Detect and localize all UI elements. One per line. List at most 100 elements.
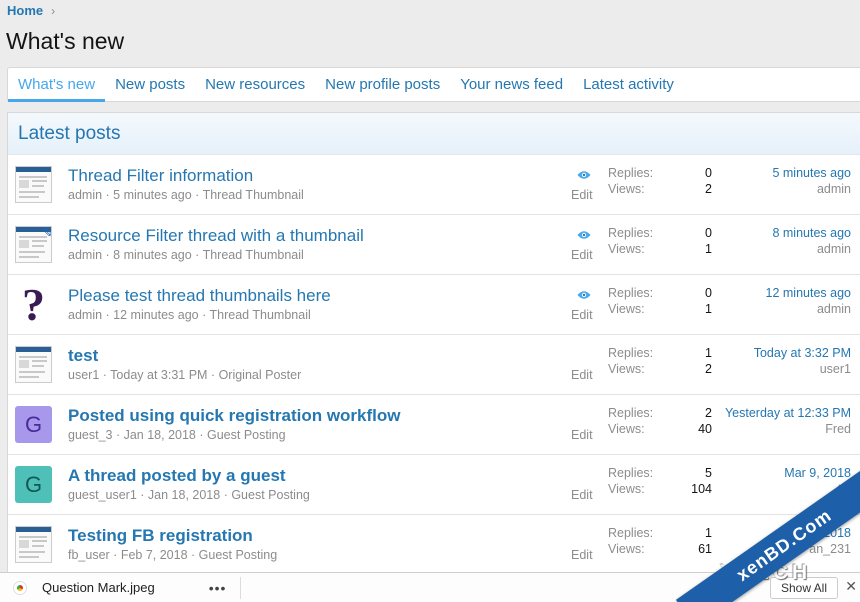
tab-whats-new[interactable]: What's new — [8, 68, 106, 102]
views-count: 2 — [705, 182, 712, 196]
last-post-date-link[interactable]: Today at 3:32 PM — [754, 345, 851, 361]
thread-stats: Replies: 0 Views: 2 — [608, 165, 712, 197]
avatar[interactable]: G — [15, 466, 52, 503]
views-count: 1 — [705, 242, 712, 256]
edit-link[interactable]: Edit — [571, 548, 593, 562]
views-label: Views: — [608, 362, 645, 376]
views-count: 40 — [698, 422, 712, 436]
thread-author[interactable]: admin — [68, 248, 102, 262]
replies-count: 2 — [705, 406, 712, 420]
replies-count: 1 — [705, 526, 712, 540]
thread-thumbnail[interactable] — [15, 526, 52, 563]
divider — [240, 577, 241, 599]
thread-stats: Replies: 2 Views: 40 — [608, 405, 712, 437]
replies-label: Replies: — [608, 226, 654, 240]
thread-author[interactable]: guest_user1 — [68, 488, 137, 502]
views-label: Views: — [608, 302, 645, 316]
last-post-user-link[interactable]: admin — [772, 241, 851, 257]
tab-your-news-feed[interactable]: Your news feed — [450, 68, 573, 102]
replies-label: Replies: — [608, 466, 654, 480]
replies-label: Replies: — [608, 526, 654, 540]
edit-link[interactable]: Edit — [571, 428, 593, 442]
thread-title-link[interactable]: Resource Filter thread with a thumbnail — [68, 226, 364, 246]
thread-stats: Replies: 5 Views: 104 — [608, 465, 712, 497]
last-post-date-link[interactable]: Yesterday at 12:33 PM — [725, 405, 851, 421]
replies-label: Replies: — [608, 286, 654, 300]
thread-meta: admin · 8 minutes ago · Thread Thumbnail — [68, 248, 304, 262]
views-label: Views: — [608, 482, 645, 496]
question-mark-thumbnail[interactable]: ? — [15, 279, 52, 330]
views-count: 61 — [698, 542, 712, 556]
close-icon[interactable]: ✕ — [845, 578, 857, 595]
last-post-user-link[interactable]: user1 — [754, 361, 851, 377]
thread-title-link[interactable]: Please test thread thumbnails here — [68, 286, 331, 306]
page-title: What's new — [6, 28, 125, 54]
thread-prefix[interactable]: Guest Posting — [199, 548, 278, 562]
thread-prefix[interactable]: Thread Thumbnail — [203, 188, 304, 202]
tab-latest-activity[interactable]: Latest activity — [573, 68, 684, 102]
last-post-date-link[interactable]: 12 minutes ago — [766, 285, 851, 301]
pencil-icon: ✎ — [42, 227, 51, 242]
thread-start-date[interactable]: Today at 3:31 PM — [110, 368, 207, 382]
views-count: 1 — [705, 302, 712, 316]
breadcrumb-home-link[interactable]: Home — [7, 3, 43, 18]
avatar[interactable]: G — [15, 406, 52, 443]
last-post-user-link[interactable]: admin — [772, 181, 851, 197]
thread-title-link[interactable]: Posted using quick registration workflow — [68, 406, 401, 426]
thread-row: Thread Filter information admin · 5 minu… — [8, 155, 860, 215]
thread-title-link[interactable]: A thread posted by a guest — [68, 466, 286, 486]
edit-link[interactable]: Edit — [571, 248, 593, 262]
thread-meta: guest_user1 · Jan 18, 2018 · Guest Posti… — [68, 488, 310, 502]
edit-link[interactable]: Edit — [571, 368, 593, 382]
views-label: Views: — [608, 542, 645, 556]
last-post-date-link[interactable]: 8 minutes ago — [772, 225, 851, 241]
latest-posts-block: Latest posts Thread Filter information a… — [7, 112, 860, 572]
thread-author[interactable]: guest_3 — [68, 428, 112, 442]
edit-link[interactable]: Edit — [571, 188, 593, 202]
tab-new-posts[interactable]: New posts — [105, 68, 195, 102]
thread-prefix[interactable]: Guest Posting — [207, 428, 286, 442]
last-post-user-link[interactable]: admin — [766, 301, 851, 317]
edit-link[interactable]: Edit — [571, 488, 593, 502]
thread-prefix[interactable]: Thread Thumbnail — [210, 308, 311, 322]
thread-title-link[interactable]: Testing FB registration — [68, 526, 253, 546]
tab-new-resources[interactable]: New resources — [195, 68, 315, 102]
thread-author[interactable]: admin — [68, 308, 102, 322]
more-options-button[interactable]: ••• — [209, 580, 227, 596]
replies-label: Replies: — [608, 346, 654, 360]
thread-row: test user1 · Today at 3:31 PM · Original… — [8, 335, 860, 395]
breadcrumb-separator: › — [51, 3, 56, 18]
thread-start-date[interactable]: Jan 18, 2018 — [124, 428, 196, 442]
thread-thumbnail[interactable]: ✎ — [15, 226, 52, 263]
thread-thumbnail[interactable] — [15, 166, 52, 203]
thread-start-date[interactable]: Jan 18, 2018 — [148, 488, 220, 502]
thread-title-link[interactable]: test — [68, 346, 98, 366]
edit-link[interactable]: Edit — [571, 308, 593, 322]
download-file-name[interactable]: Question Mark.jpeg — [42, 580, 155, 595]
views-label: Views: — [608, 182, 645, 196]
thread-meta: fb_user · Feb 7, 2018 · Guest Posting — [68, 548, 278, 562]
thread-thumbnail[interactable] — [15, 346, 52, 383]
thread-start-date[interactable]: 5 minutes ago — [113, 188, 192, 202]
tab-new-profile-posts[interactable]: New profile posts — [315, 68, 450, 102]
thread-start-date[interactable]: 12 minutes ago — [113, 308, 198, 322]
thread-start-date[interactable]: Feb 7, 2018 — [121, 548, 188, 562]
last-post-date-link[interactable]: 5 minutes ago — [772, 165, 851, 181]
watch-eye-icon — [577, 171, 591, 179]
thread-author[interactable]: admin — [68, 188, 102, 202]
replies-count: 0 — [705, 166, 712, 180]
thread-author[interactable]: user1 — [68, 368, 99, 382]
block-title: Latest posts — [8, 113, 860, 155]
thread-prefix[interactable]: Guest Posting — [231, 488, 310, 502]
thread-start-date[interactable]: 8 minutes ago — [113, 248, 192, 262]
thread-prefix[interactable]: Thread Thumbnail — [203, 248, 304, 262]
last-post: Yesterday at 12:33 PM Fred — [725, 405, 851, 437]
thread-author[interactable]: fb_user — [68, 548, 110, 562]
thread-list: Thread Filter information admin · 5 minu… — [8, 155, 860, 572]
last-post-user-link[interactable]: Fred — [725, 421, 851, 437]
thread-meta: admin · 5 minutes ago · Thread Thumbnail — [68, 188, 304, 202]
thread-prefix[interactable]: Original Poster — [219, 368, 302, 382]
replies-label: Replies: — [608, 166, 654, 180]
thread-title-link[interactable]: Thread Filter information — [68, 166, 253, 186]
last-post-date-link[interactable]: Mar 9, 2018 — [784, 465, 851, 481]
